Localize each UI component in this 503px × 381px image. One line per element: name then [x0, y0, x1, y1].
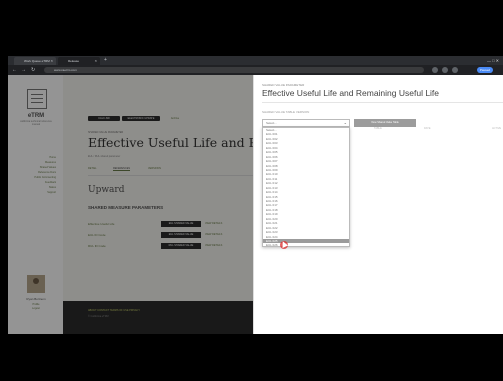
address-bar[interactable]: www.caetrm.com: [44, 67, 424, 73]
screen: Work Queue eTRM × Release × + — □ ✕ ← → …: [8, 56, 503, 334]
table-version-select[interactable]: Select... ⌄: [262, 119, 350, 127]
close-tab-icon[interactable]: ×: [95, 57, 97, 65]
column-header: ACTIVE: [492, 127, 502, 130]
window-controls[interactable]: — □ ✕: [487, 56, 499, 65]
browser-toolbar: ← → ↻ www.caetrm.com Paused: [8, 65, 503, 75]
close-tab-icon[interactable]: ×: [51, 57, 53, 65]
forward-icon[interactable]: →: [21, 65, 26, 75]
extension-icon[interactable]: [432, 67, 438, 73]
web-page: eTRM california technical reference manu…: [8, 75, 503, 334]
panel-title: Effective Useful Life and Remaining Usef…: [262, 88, 440, 98]
browser-tab-strip: Work Queue eTRM × Release × + — □ ✕: [8, 56, 503, 65]
select-label: SHARED VALUE TABLE VERSION: [262, 110, 310, 114]
chevron-down-icon: ⌄: [343, 120, 347, 125]
address-url: www.caetrm.com: [54, 68, 77, 72]
back-icon[interactable]: ←: [12, 65, 17, 75]
divider: [262, 102, 503, 103]
browser-tab-label: Release: [68, 59, 80, 63]
browser-tab-active[interactable]: Release ×: [58, 57, 100, 65]
reload-icon[interactable]: ↻: [31, 65, 35, 75]
column-header: DATE: [424, 127, 431, 130]
new-tab-icon[interactable]: +: [104, 56, 107, 65]
column-header: TABLE: [374, 127, 382, 130]
browser-tab[interactable]: Work Queue eTRM ×: [14, 57, 56, 65]
panel-breadcrumb: SHARED VALUE PARAMETER: [262, 83, 305, 87]
extension-icon[interactable]: [442, 67, 448, 73]
dropdown-list[interactable]: Select... EUL 001 EUL 002 EUL 003 EUL 004 EUL…: [262, 127, 350, 247]
dropdown-option[interactable]: EUL 026: [263, 243, 349, 246]
side-panel: SHARED VALUE PARAMETER Effective Useful …: [253, 75, 503, 334]
select-value: Select...: [266, 121, 277, 125]
profile-button[interactable]: Paused: [477, 67, 493, 73]
extension-icon[interactable]: [452, 67, 458, 73]
browser-tab-label: Work Queue eTRM: [24, 59, 50, 63]
view-shared-value-table-button[interactable]: View Shared Value Table: [354, 119, 416, 127]
modal-backdrop[interactable]: [8, 75, 253, 334]
